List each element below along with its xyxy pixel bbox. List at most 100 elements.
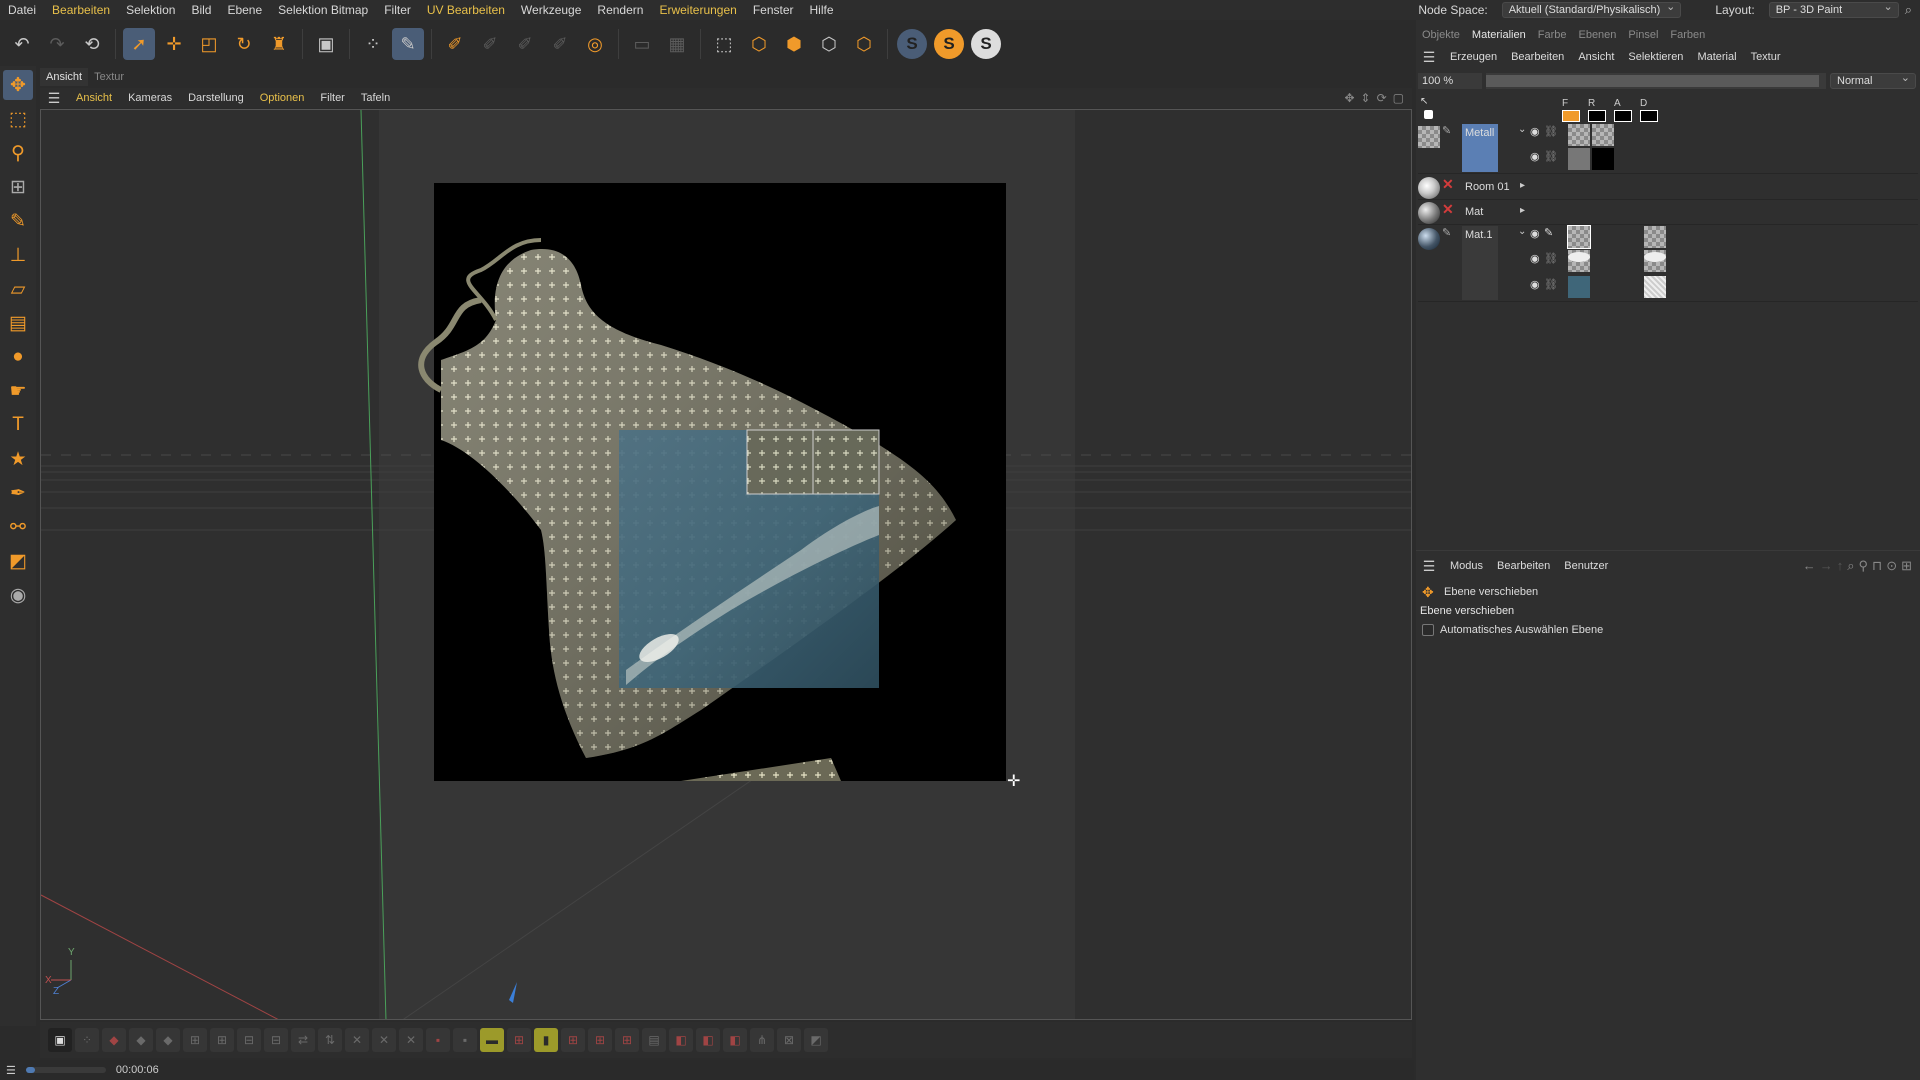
menu-selektion-bitmap[interactable]: Selektion Bitmap <box>270 0 376 20</box>
lock-icon[interactable]: ⛓ <box>1544 252 1558 265</box>
pan-view-icon[interactable]: ✥ <box>1344 91 1354 105</box>
eye-icon[interactable]: ◉ <box>1530 150 1540 163</box>
uv-tool-4-icon[interactable]: ⊞ <box>507 1028 531 1052</box>
smudge-icon[interactable]: ☛ <box>3 376 33 406</box>
brush-edit-icon[interactable]: ✎ <box>1442 226 1451 239</box>
amenu-benutzer[interactable]: Benutzer <box>1558 560 1614 572</box>
uv-tool-8-icon[interactable]: ◧ <box>669 1028 693 1052</box>
box-2-icon[interactable]: ⬡ <box>813 28 845 60</box>
rect-select-icon[interactable]: ⬚ <box>3 104 33 134</box>
uv-grid-icon[interactable]: ⊞ <box>183 1028 207 1052</box>
sculpt-s-orange-icon[interactable]: S <box>934 29 964 59</box>
canvas-icon[interactable]: ▭ <box>626 28 658 60</box>
paint-stroke-icon[interactable]: ♜ <box>263 28 295 60</box>
move-icon[interactable]: ✛ <box>158 28 190 60</box>
vmenu-optionen[interactable]: Optionen <box>252 92 313 104</box>
eraser-icon[interactable]: ▱ <box>3 274 33 304</box>
paint-brush-3-icon[interactable]: ✐ <box>509 28 541 60</box>
channel-a-swatch[interactable] <box>1614 110 1632 122</box>
menu-bearbeiten[interactable]: Bearbeiten <box>44 0 118 20</box>
tab-pinsel[interactable]: Pinsel <box>1622 27 1664 43</box>
uv-tool-10-icon[interactable]: ◧ <box>723 1028 747 1052</box>
move-tool-icon[interactable]: ✥ <box>3 70 33 100</box>
uv-align-2-icon[interactable]: ⊟ <box>264 1028 288 1052</box>
paint-brush-icon[interactable]: ✎ <box>1544 226 1553 239</box>
uv-align-icon[interactable]: ⊟ <box>237 1028 261 1052</box>
menu-bild[interactable]: Bild <box>183 0 219 20</box>
uv-grid-2-icon[interactable]: ⊞ <box>210 1028 234 1052</box>
uv-cross-2-icon[interactable]: ✕ <box>372 1028 396 1052</box>
render-icon[interactable]: ◎ <box>579 28 611 60</box>
material-row-metall[interactable]: ✎ Metall ⌄ ◉ ⛓ ◉ ⛓ <box>1418 124 1918 174</box>
sculpt-s-white-icon[interactable]: S <box>971 29 1001 59</box>
material-row-mat1[interactable]: ✎ Mat.1 ⌄ ◉ ✎ ◉ ⛓ ◉ ⛓ <box>1418 225 1918 302</box>
status-menu-icon[interactable]: ☰ <box>6 1064 16 1077</box>
amenu-bearbeiten[interactable]: Bearbeiten <box>1491 560 1556 572</box>
amenu-modus[interactable]: Modus <box>1444 560 1489 572</box>
uv-pin-2-icon[interactable]: ▪ <box>453 1028 477 1052</box>
eye-icon[interactable]: ◉ <box>1530 252 1540 265</box>
undo-icon[interactable]: ↶ <box>6 28 38 60</box>
node-space-dropdown[interactable]: Aktuell (Standard/Physikalisch) <box>1501 0 1682 18</box>
uv-flip-icon[interactable]: ⇄ <box>291 1028 315 1052</box>
material-row-mat[interactable]: ✕ Mat ▸ <box>1418 201 1918 225</box>
tab-farbe[interactable]: Farbe <box>1532 27 1573 43</box>
vmenu-filter[interactable]: Filter <box>312 92 352 104</box>
vmenu-darstellung[interactable]: Darstellung <box>180 92 252 104</box>
expand-arrow-icon[interactable]: ⌄ <box>1518 124 1526 135</box>
collapse-arrow-icon[interactable]: ▸ <box>1520 205 1525 216</box>
uv-active-icon[interactable]: ▬ <box>480 1028 504 1052</box>
forward-arrow-icon[interactable]: → <box>1820 558 1833 574</box>
eye-icon[interactable]: ◉ <box>1530 227 1540 240</box>
uv-cross-icon[interactable]: ✕ <box>345 1028 369 1052</box>
tab-ansicht[interactable]: Ansicht <box>40 68 89 86</box>
rotate-icon[interactable]: ↻ <box>228 28 260 60</box>
menu-hilfe[interactable]: Hilfe <box>802 0 842 20</box>
blend-mode-dropdown[interactable]: Normal <box>1830 71 1916 89</box>
tab-ebenen[interactable]: Ebenen <box>1572 27 1622 43</box>
uv-undo-icon[interactable]: ⟲ <box>76 28 108 60</box>
tool-arrow-icon[interactable]: ↖ <box>1420 96 1428 107</box>
rmenu-erzeugen[interactable]: Erzeugen <box>1444 51 1503 63</box>
canvas-2-icon[interactable]: ▦ <box>661 28 693 60</box>
lock-icon[interactable]: ⊓ <box>1872 558 1882 574</box>
channel-d-swatch[interactable] <box>1640 110 1658 122</box>
lock-icon[interactable]: ⛓ <box>1544 150 1558 163</box>
opacity-slider[interactable] <box>1486 73 1826 89</box>
menu-ebene[interactable]: Ebene <box>219 0 270 20</box>
menu-fenster[interactable]: Fenster <box>745 0 802 20</box>
menu-erweiterungen[interactable]: Erweiterungen <box>651 0 744 20</box>
color-swatch-icon[interactable]: ◩ <box>3 546 33 576</box>
gradient-icon[interactable]: ▤ <box>3 308 33 338</box>
uv-pin-icon[interactable]: ▪ <box>426 1028 450 1052</box>
box-orange-icon[interactable]: ⬢ <box>778 28 810 60</box>
vmenu-ansicht[interactable]: Ansicht <box>68 92 120 104</box>
paint-brush-4-icon[interactable]: ✐ <box>544 28 576 60</box>
paint-3d-mode-icon[interactable]: ✎ <box>392 28 424 60</box>
channel-r-swatch[interactable] <box>1588 110 1606 122</box>
uv-tool-9-icon[interactable]: ◧ <box>696 1028 720 1052</box>
hamburger-icon[interactable]: ☰ <box>40 90 68 107</box>
eye-icon[interactable]: ◉ <box>1530 125 1540 138</box>
rmenu-textur[interactable]: Textur <box>1745 51 1787 63</box>
layer-mask-icon[interactable]: ◉ <box>3 580 33 610</box>
tab-objekte[interactable]: Objekte <box>1416 27 1466 43</box>
brush-edit-icon[interactable]: ✎ <box>1442 124 1451 137</box>
material-row-room01[interactable]: ✕ Room 01 ▸ <box>1418 176 1918 200</box>
rmenu-bearbeiten[interactable]: Bearbeiten <box>1505 51 1570 63</box>
tab-textur[interactable]: Textur <box>88 68 130 86</box>
sculpt-s-blue-icon[interactable]: S <box>897 29 927 59</box>
zoom-field[interactable]: 100 % <box>1418 73 1482 89</box>
scale-icon[interactable]: ◰ <box>193 28 225 60</box>
shape-icon[interactable]: ★ <box>3 444 33 474</box>
menu-filter[interactable]: Filter <box>376 0 419 20</box>
uv-mode-icon[interactable]: ▣ <box>48 1028 72 1052</box>
brush-icon[interactable]: ✎ <box>3 206 33 236</box>
dolly-view-icon[interactable]: ⇕ <box>1361 91 1371 105</box>
uv-tool-6-icon[interactable]: ⊞ <box>588 1028 612 1052</box>
filter-icon[interactable]: ⚲ <box>1859 558 1869 574</box>
rmenu-material[interactable]: Material <box>1691 51 1742 63</box>
uv-cross-3-icon[interactable]: ✕ <box>399 1028 423 1052</box>
rmenu-ansicht[interactable]: Ansicht <box>1572 51 1620 63</box>
rmenu-selektieren[interactable]: Selektieren <box>1622 51 1689 63</box>
